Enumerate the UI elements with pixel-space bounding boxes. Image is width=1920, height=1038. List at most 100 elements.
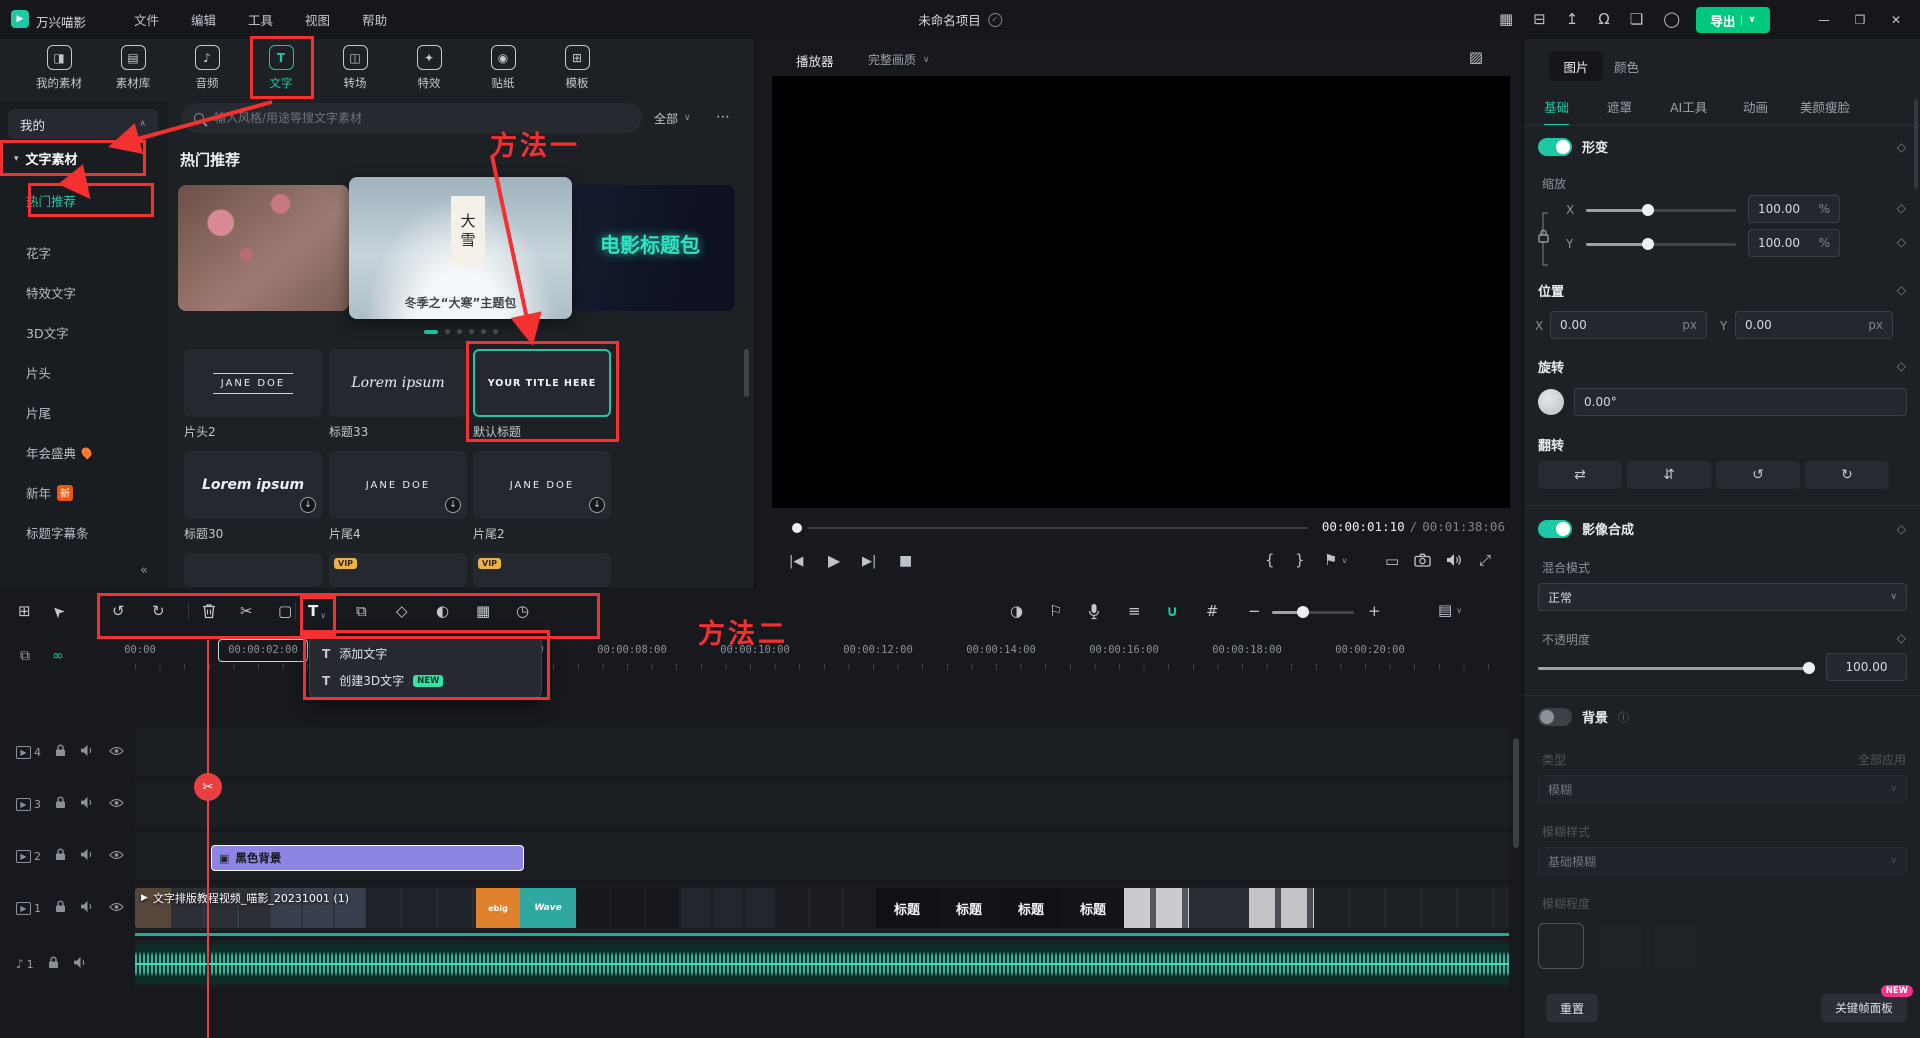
marker-flag-dropdown[interactable]: ⚑ ∨ [1324, 553, 1347, 568]
page-dot[interactable] [457, 329, 462, 334]
transform-toggle[interactable] [1538, 138, 1572, 156]
split-scissors-icon[interactable]: ✂ [240, 604, 253, 619]
mask-icon[interactable]: ◇ [396, 604, 408, 619]
eye-icon[interactable] [109, 901, 124, 915]
lock-icon[interactable] [55, 900, 66, 916]
marker-icon[interactable]: ⚐ [1049, 604, 1062, 619]
scale-x-value[interactable]: 100.00% [1748, 195, 1840, 223]
subtab-mask[interactable]: 遮罩 [1607, 97, 1632, 116]
menu-view[interactable]: 视图 [289, 10, 346, 29]
play-icon[interactable]: ▶ [828, 553, 840, 569]
maximize-button[interactable]: ❐ [1842, 0, 1878, 39]
link-clips-icon[interactable]: ∞ [52, 648, 64, 664]
mark-out-icon[interactable]: } [1295, 553, 1305, 568]
opacity-value[interactable]: 100.00 [1826, 653, 1907, 681]
tab-my-media[interactable]: ◨ 我的素材 [22, 45, 96, 91]
blend-mode-dropdown[interactable]: 正常 ∨ [1538, 583, 1907, 611]
mark-in-icon[interactable]: { [1265, 553, 1275, 568]
template-card-partial[interactable]: VIP [473, 553, 611, 587]
page-dot[interactable] [493, 329, 498, 334]
display-icon[interactable]: ▦ [1499, 12, 1513, 27]
menu-item-create-3d-text[interactable]: T 创建3D文字 NEW [310, 667, 541, 694]
tab-image[interactable]: 图片 [1549, 51, 1603, 81]
menu-file[interactable]: 文件 [118, 10, 175, 29]
sidebar-item-3d-text[interactable]: 3D文字 [26, 323, 69, 342]
carousel-pagination[interactable] [168, 329, 754, 334]
select-cursor-icon[interactable]: ➤ [49, 602, 69, 622]
text-tool-button[interactable]: T ∨ [308, 602, 326, 620]
scene-detect-icon[interactable]: ▨ [1469, 50, 1483, 65]
keyframe-diamond-icon[interactable]: ◇ [1897, 140, 1906, 154]
template-card-partial[interactable] [184, 553, 322, 587]
sidebar-item-effect-text[interactable]: 特效文字 [26, 283, 76, 302]
flip-vertical-button[interactable]: ⇵ [1627, 461, 1711, 489]
subtab-beauty[interactable]: 美颜瘦脸 [1800, 97, 1850, 116]
tab-color[interactable]: 颜色 [1614, 51, 1639, 81]
eye-icon[interactable] [109, 745, 124, 759]
track-view-dropdown[interactable]: ▤ ∨ [1438, 603, 1462, 618]
lock-icon[interactable] [55, 744, 66, 760]
template-card-title33[interactable]: Lorem ipsum [329, 349, 467, 417]
banner-card-left[interactable] [178, 185, 349, 311]
mute-speaker-icon[interactable] [80, 848, 95, 864]
adjust-icon[interactable]: ◑ [1010, 604, 1023, 619]
workspace-icon[interactable]: ❏ [1630, 12, 1643, 27]
subtab-ai-tools[interactable]: AI工具 [1670, 97, 1707, 116]
reset-button[interactable]: 重置 [1546, 994, 1598, 1022]
close-button[interactable]: ✕ [1878, 0, 1914, 39]
lock-icon[interactable] [48, 956, 59, 972]
banner-card-center[interactable]: 大雪 冬季之“大寒”主题包 [349, 177, 572, 319]
rotate-ccw-button[interactable]: ↺ [1716, 461, 1800, 489]
search-bar[interactable] [182, 103, 642, 133]
layout-grid-icon[interactable]: ⊞ [18, 604, 31, 619]
sidebar-item-my[interactable]: 我的 ∧ [8, 109, 158, 139]
video-viewport[interactable] [772, 76, 1510, 508]
keyframe-diamond-icon[interactable]: ◇ [1897, 201, 1906, 215]
scale-y-value[interactable]: 100.00% [1748, 229, 1840, 257]
flip-horizontal-button[interactable]: ⇄ [1538, 461, 1622, 489]
share-icon[interactable]: ↥ [1566, 12, 1579, 27]
black-background-clip[interactable]: ▣ 黑色背景 [211, 845, 524, 871]
redo-icon[interactable]: ↻ [152, 604, 165, 619]
page-dot[interactable] [445, 329, 450, 334]
magnet-snap-icon[interactable]: ∪ [1166, 604, 1178, 619]
menu-help[interactable]: 帮助 [346, 10, 403, 29]
snapshot-camera-icon[interactable] [1414, 553, 1431, 570]
auto-ripple-icon[interactable]: # [1206, 604, 1219, 619]
zoom-out-icon[interactable]: − [1248, 604, 1261, 619]
save-icon[interactable]: ⊟ [1533, 12, 1546, 27]
sidebar-item-annual-gala[interactable]: 年会盛典 [26, 443, 91, 462]
chroma-key-icon[interactable]: ▦ [476, 604, 490, 619]
export-button[interactable]: 导出 ∨ [1696, 7, 1770, 33]
duration-clock-icon[interactable]: ◷ [516, 604, 529, 619]
banner-card-right[interactable]: 电影标题包 [572, 185, 735, 311]
menu-edit[interactable]: 编辑 [175, 10, 232, 29]
duplicate-icon[interactable]: ⧉ [356, 604, 367, 619]
jump-start-icon[interactable]: |◀ [789, 555, 803, 568]
sidebar-collapse-icon[interactable]: « [140, 563, 148, 578]
sidebar-group-text-assets[interactable]: ▾ 文字素材 [14, 149, 78, 168]
player-progress-bar[interactable] [808, 527, 1308, 529]
sidebar-item-hot[interactable]: 热门推荐 [26, 191, 76, 210]
lock-icon[interactable] [55, 848, 66, 864]
account-icon[interactable]: ◯ [1663, 12, 1680, 27]
fit-display-icon[interactable]: ▭ [1385, 554, 1399, 569]
undo-icon[interactable]: ↺ [112, 604, 125, 619]
keyframe-diamond-icon[interactable]: ◇ [1897, 522, 1906, 536]
props-scrollbar[interactable] [1914, 99, 1918, 189]
pos-y-input[interactable]: 0.00px [1735, 311, 1893, 339]
scale-x-slider[interactable] [1586, 209, 1736, 212]
page-dot[interactable] [481, 329, 486, 334]
mute-speaker-icon[interactable] [73, 956, 88, 972]
stop-icon[interactable]: ■ [899, 554, 912, 568]
fullscreen-icon[interactable]: ⤢ [1479, 553, 1491, 568]
mute-speaker-icon[interactable] [80, 744, 95, 760]
keyframe-diamond-icon[interactable]: ◇ [1897, 283, 1906, 297]
notification-bell-icon[interactable]: Ω [1598, 12, 1609, 27]
sidebar-item-opener[interactable]: 片头 [26, 363, 51, 382]
scale-y-slider[interactable] [1586, 243, 1736, 246]
delete-icon[interactable] [202, 603, 216, 622]
quality-dropdown[interactable]: 完整画质 ∨ [868, 51, 930, 68]
subtab-animation[interactable]: 动画 [1743, 97, 1768, 116]
download-icon[interactable]: ↓ [445, 497, 461, 513]
